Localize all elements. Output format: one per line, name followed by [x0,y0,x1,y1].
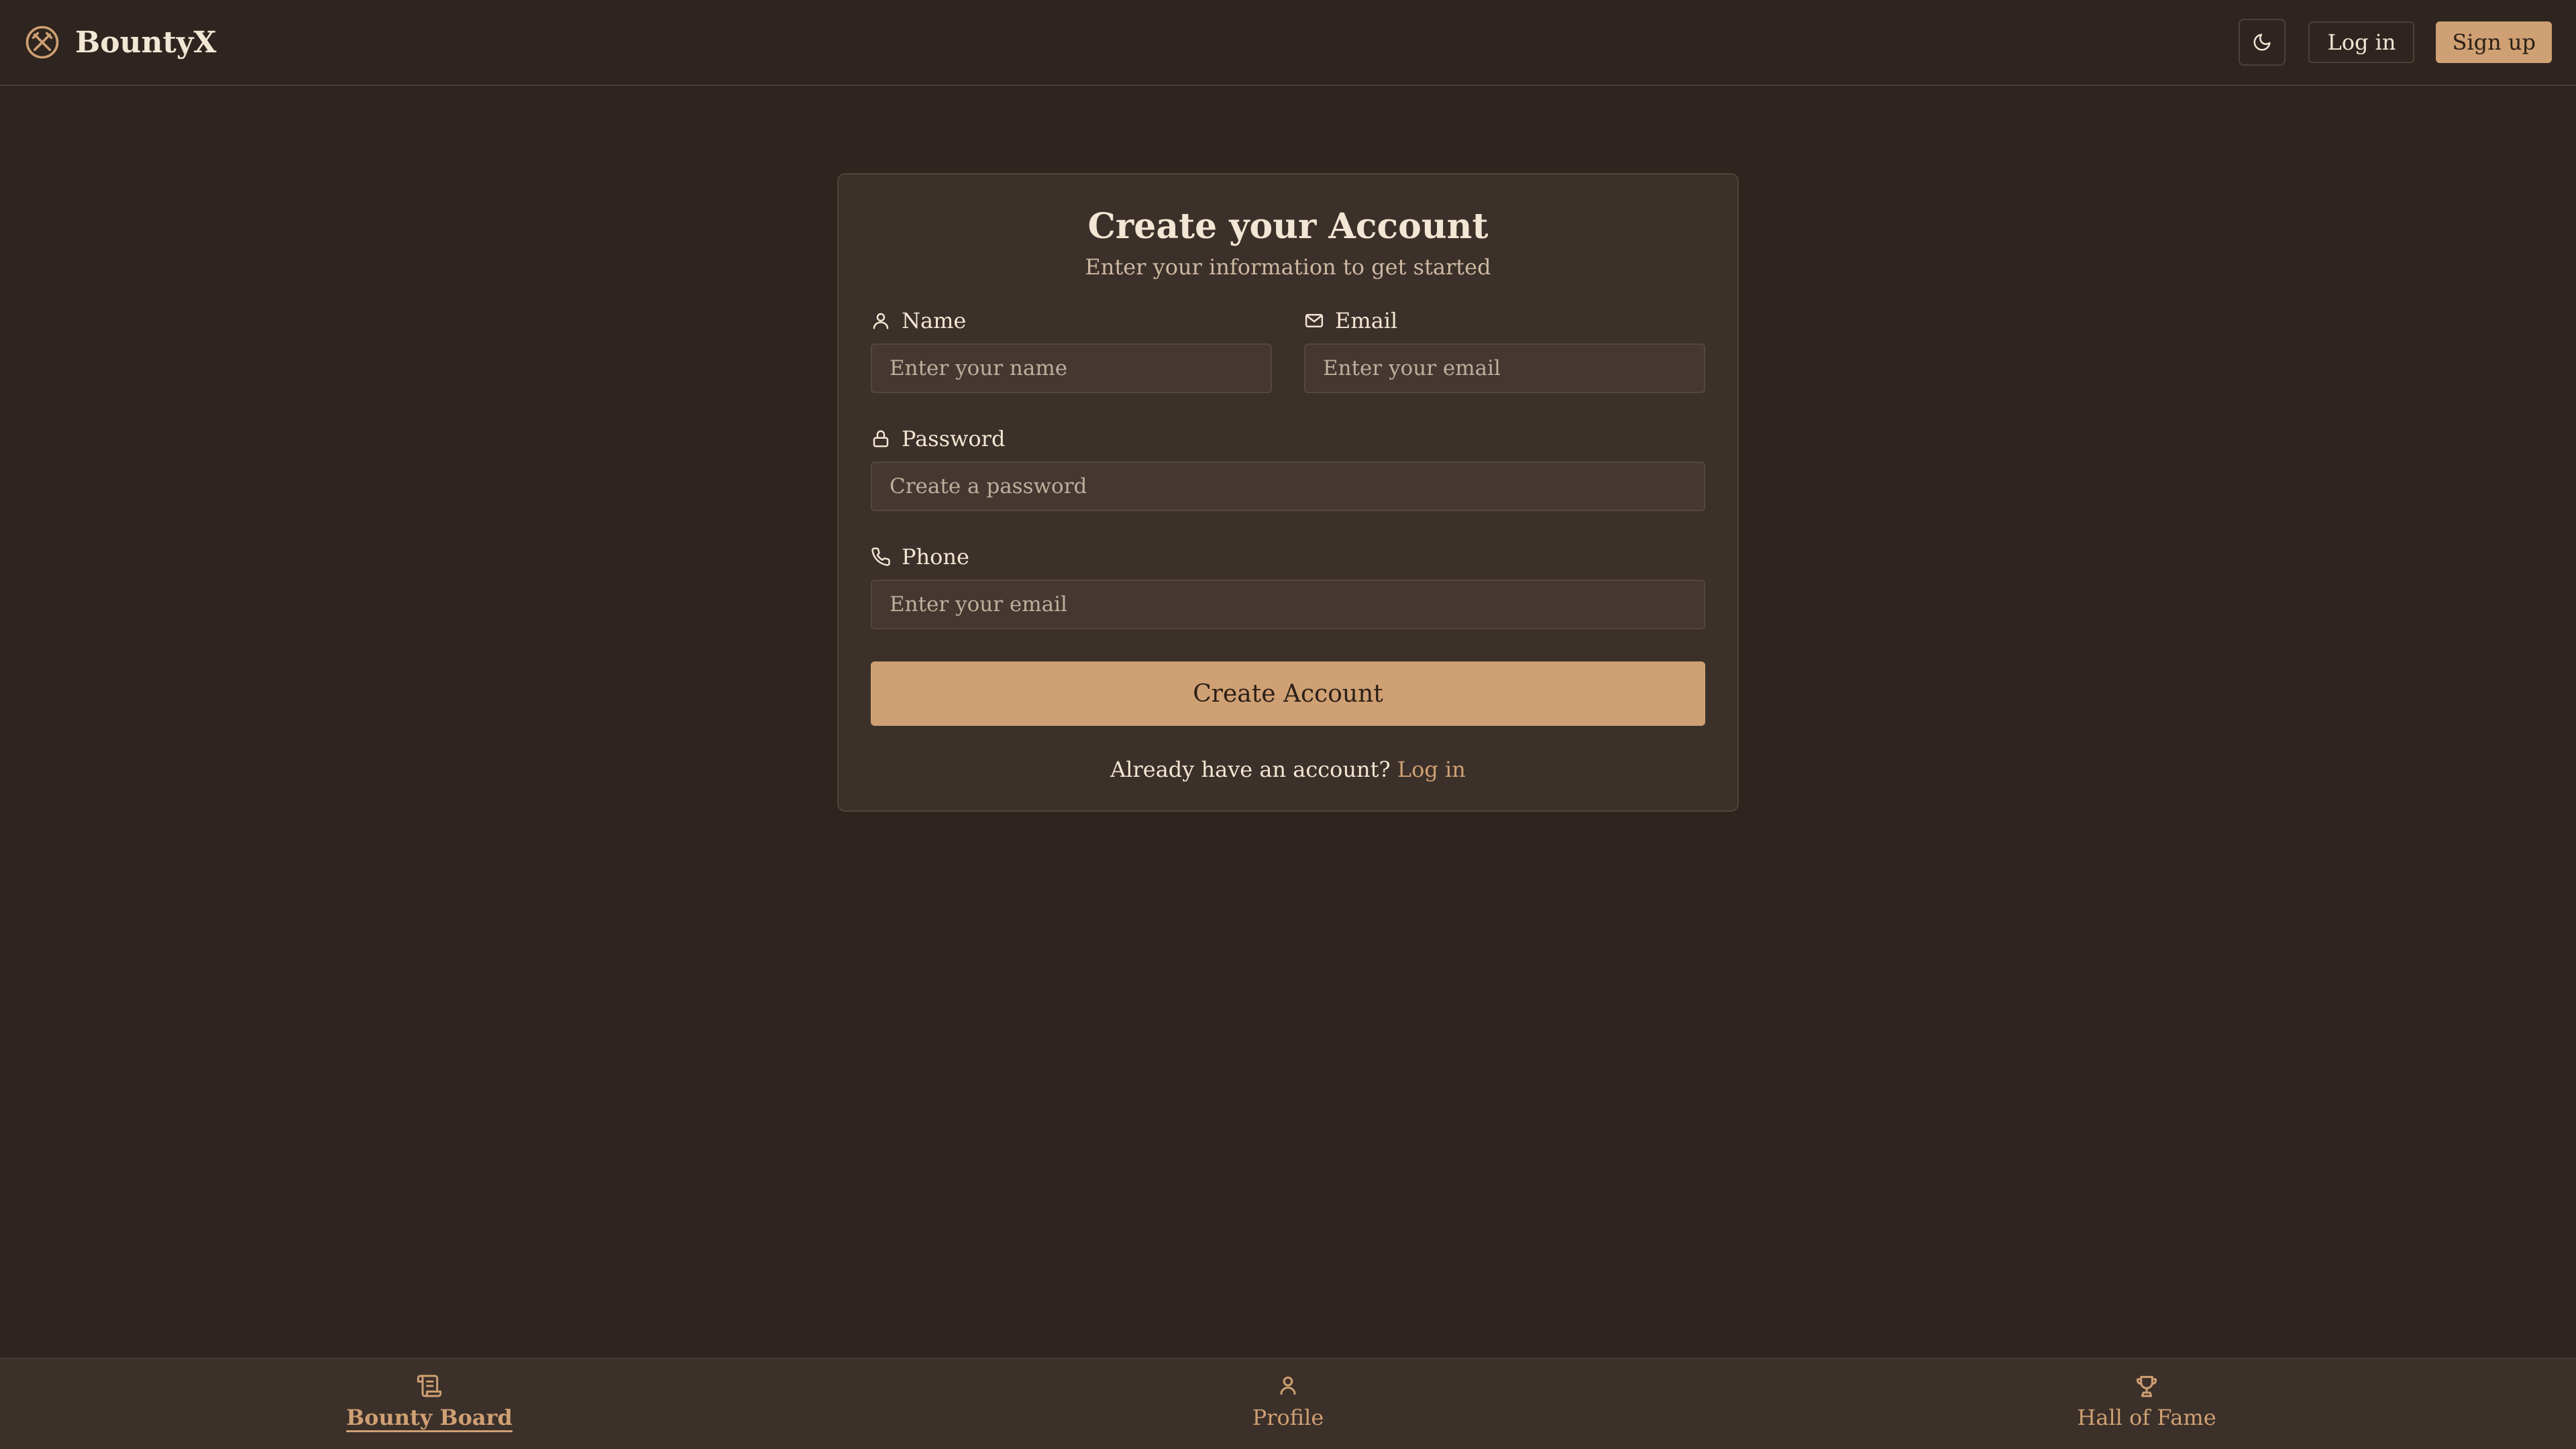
moon-icon [2254,34,2271,51]
user-icon [873,313,889,329]
phone-icon [871,547,890,566]
name-label-text: Name [902,308,967,333]
phone-label: Phone [871,543,1705,570]
login-prompt-text: Already have an account? [1110,757,1391,782]
name-input[interactable] [871,343,1272,393]
phone-field-group: Phone [871,543,1705,629]
nav-label-profile: Profile [1252,1405,1324,1430]
header-login-button[interactable]: Log in [2308,21,2415,63]
lock-icon [873,430,889,447]
password-field-group: Password [871,425,1705,511]
name-email-row: Name Email [871,307,1705,393]
bottom-nav: Bounty Board Profile Hall of Fame [0,1358,2576,1449]
nav-item-profile[interactable]: Profile [859,1359,1717,1449]
email-label-text: Email [1335,308,1398,333]
nav-item-bounty-board[interactable]: Bounty Board [0,1359,859,1449]
phone-input[interactable] [871,580,1705,629]
brand-name: BountyX [75,25,217,60]
email-input[interactable] [1304,343,1705,393]
nav-item-hall-of-fame[interactable]: Hall of Fame [1717,1359,2576,1449]
header-actions: Log in Sign up [2239,19,2552,66]
trophy-icon [2136,1376,2157,1397]
brand[interactable]: BountyX [24,24,217,60]
name-label: Name [871,307,1272,334]
email-field-group: Email [1304,307,1705,393]
top-header: BountyX Log in Sign up [0,0,2576,86]
password-label-text: Password [902,426,1006,451]
nav-label-hall-of-fame: Hall of Fame [2077,1405,2216,1430]
password-label: Password [871,425,1705,452]
mail-icon [1305,314,1324,327]
phone-label-text: Phone [902,544,969,570]
form-subtitle: Enter your information to get started [1085,254,1491,280]
login-prompt: Already have an account? Log in [871,757,1705,782]
create-account-button[interactable]: Create Account [871,661,1705,726]
nav-label-bounty-board: Bounty Board [346,1405,513,1430]
login-link[interactable]: Log in [1397,757,1466,782]
name-field-group: Name [871,307,1272,393]
header-signup-button[interactable]: Sign up [2436,21,2552,63]
email-label: Email [1304,307,1705,334]
password-input[interactable] [871,462,1705,511]
signup-card: Create your Account Enter your informati… [837,173,1739,812]
theme-toggle-button[interactable] [2239,19,2286,66]
form-title: Create your Account [1087,206,1489,247]
scroll-icon [417,1375,442,1397]
crossed-swords-icon [25,25,59,59]
user-icon [1280,1377,1296,1395]
